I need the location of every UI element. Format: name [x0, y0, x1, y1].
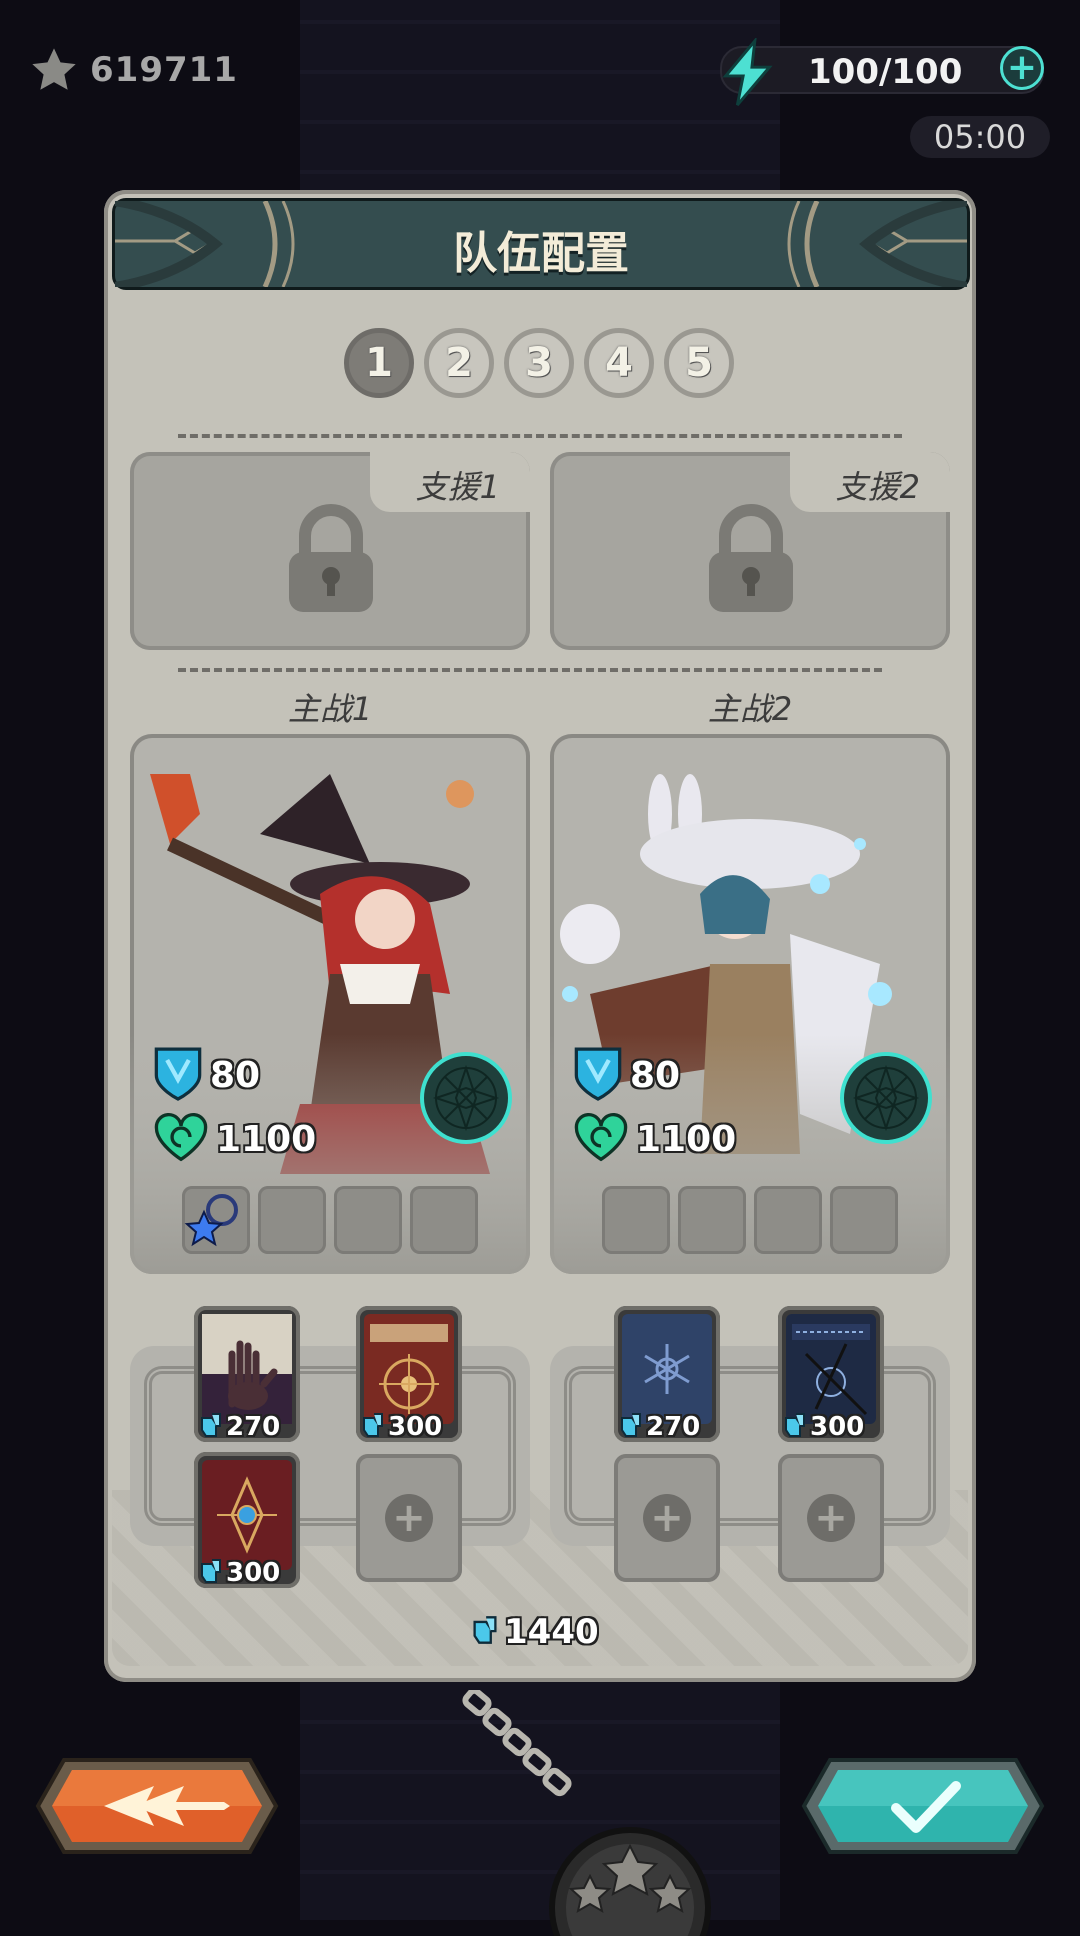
plus-icon[interactable]: +: [1000, 46, 1044, 90]
confirm-button[interactable]: [800, 1756, 1046, 1856]
hp-stat: 1100: [572, 1110, 736, 1168]
item-slot[interactable]: [410, 1186, 478, 1254]
crimson-gem-tome-icon: [202, 1460, 292, 1570]
crystal-icon: [618, 1410, 644, 1444]
spellbook-card[interactable]: 270: [194, 1306, 300, 1442]
shield-icon: [572, 1044, 624, 1106]
divider: [178, 434, 902, 438]
defense-value: 80: [630, 1054, 681, 1096]
star-counter: 619711: [28, 44, 238, 96]
spellbook-card[interactable]: 300: [356, 1306, 462, 1442]
item-slot[interactable]: [678, 1186, 746, 1254]
energy-timer: 05:00: [910, 116, 1050, 158]
total-cost: 1440: [470, 1612, 599, 1652]
main-fighter-card-1[interactable]: 80 1100: [130, 734, 530, 1274]
item-slot[interactable]: [258, 1186, 326, 1254]
team-tab-5[interactable]: 5: [664, 328, 734, 398]
heart-swirl-icon: [572, 1110, 630, 1168]
cost-badge: 270: [618, 1410, 700, 1444]
panel-title: 队伍配置: [453, 228, 629, 279]
support-slot-1[interactable]: 支援1: [130, 452, 530, 650]
element-emblem-icon[interactable]: [420, 1052, 512, 1144]
lightning-icon: [714, 36, 784, 112]
blue-snowflake-tome-icon: [622, 1314, 712, 1424]
item-slot[interactable]: [334, 1186, 402, 1254]
crystal-icon: [470, 1612, 500, 1652]
spellbook-area-2: [550, 1346, 950, 1546]
item-slot[interactable]: [182, 1186, 250, 1254]
star-icon: [28, 44, 80, 96]
heart-swirl-icon: [152, 1110, 210, 1168]
team-tabs: 1 2 3 4 5: [344, 328, 734, 398]
defense-stat: 80: [152, 1044, 260, 1106]
cost-badge: 300: [782, 1410, 864, 1444]
crystal-icon: [782, 1410, 808, 1444]
crystal-icon: [198, 1410, 224, 1444]
support-label: 支援1: [415, 468, 500, 506]
main-fighter-card-2[interactable]: 80 1100: [550, 734, 950, 1274]
cost-value: 270: [226, 1412, 281, 1442]
crystal-icon: [198, 1556, 224, 1590]
spellbook-card[interactable]: 270: [614, 1306, 720, 1442]
hp-value: 1100: [216, 1118, 317, 1160]
cost-value: 300: [226, 1558, 281, 1588]
plus-icon: +: [807, 1494, 855, 1542]
energy-value: 100/100: [808, 52, 963, 92]
item-slot[interactable]: [830, 1186, 898, 1254]
cost-value: 270: [646, 1412, 701, 1442]
red-rune-tome-icon: [364, 1314, 454, 1424]
team-tab-4[interactable]: 4: [584, 328, 654, 398]
spellbook-card[interactable]: 300: [194, 1452, 300, 1588]
item-slot[interactable]: [602, 1186, 670, 1254]
panel-header: 队伍配置: [112, 198, 970, 290]
hp-value: 1100: [636, 1118, 737, 1160]
element-emblem-icon[interactable]: [840, 1052, 932, 1144]
chain-decoration: [462, 1690, 572, 1797]
lock-icon: [285, 504, 377, 620]
add-spellbook-slot[interactable]: +: [778, 1454, 884, 1582]
dark-hand-tome-icon: [202, 1314, 292, 1424]
cost-badge: 270: [198, 1410, 280, 1444]
support-slot-2[interactable]: 支援2: [550, 452, 950, 650]
energy-bar: 100/100 +: [720, 36, 1044, 107]
divider: [178, 668, 882, 672]
star-count: 619711: [90, 50, 238, 90]
lock-icon: [705, 504, 797, 620]
hp-stat: 1100: [152, 1110, 316, 1168]
team-tab-2[interactable]: 2: [424, 328, 494, 398]
plus-icon: +: [385, 1494, 433, 1542]
total-cost-value: 1440: [504, 1612, 599, 1652]
support-label: 支援2: [835, 468, 920, 506]
spellbook-card[interactable]: 300: [778, 1306, 884, 1442]
defense-stat: 80: [572, 1044, 680, 1106]
team-tab-3[interactable]: 3: [504, 328, 574, 398]
cost-badge: 300: [360, 1410, 442, 1444]
spellbook-area-1: [130, 1346, 530, 1546]
team-tab-1[interactable]: 1: [344, 328, 414, 398]
add-spellbook-slot[interactable]: +: [356, 1454, 462, 1582]
main-label-1: 主战1: [287, 690, 373, 728]
cost-value: 300: [388, 1412, 443, 1442]
main-label-2: 主战2: [707, 690, 793, 728]
plus-icon: +: [643, 1494, 691, 1542]
cost-value: 300: [810, 1412, 865, 1442]
crystal-icon: [360, 1410, 386, 1444]
add-spellbook-slot[interactable]: +: [614, 1454, 720, 1582]
cost-badge: 300: [198, 1556, 280, 1590]
defense-value: 80: [210, 1054, 261, 1096]
back-button[interactable]: [34, 1756, 280, 1856]
shield-icon: [152, 1044, 204, 1106]
blue-star-charm-icon: [184, 1194, 238, 1247]
item-slot[interactable]: [754, 1186, 822, 1254]
dark-rune-chained-tome-icon: [786, 1314, 876, 1424]
